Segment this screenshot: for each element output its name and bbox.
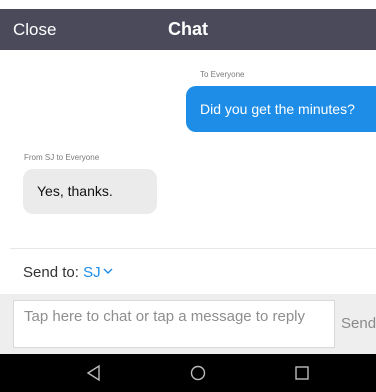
outgoing-message-bubble[interactable]: Did you get the minutes?	[186, 86, 376, 132]
home-icon[interactable]	[187, 362, 209, 384]
system-nav-bar	[0, 354, 376, 392]
send-to-recipient: SJ	[83, 264, 101, 281]
chat-header: Close Chat	[0, 9, 376, 50]
send-to-recipient-dropdown[interactable]: SJ	[83, 264, 113, 281]
composer-bar: Tap here to chat or tap a message to rep…	[0, 294, 376, 354]
incoming-message-bubble[interactable]: Yes, thanks.	[23, 169, 157, 214]
chevron-down-icon	[103, 268, 113, 275]
send-to-label: Send to:	[23, 264, 79, 281]
send-to-row: Send to: SJ	[23, 258, 113, 288]
message-sender-label: From SJ to Everyone	[24, 153, 100, 162]
chat-input[interactable]: Tap here to chat or tap a message to rep…	[13, 300, 335, 348]
message-recipient-label: To Everyone	[200, 70, 245, 79]
recents-icon[interactable]	[291, 362, 313, 384]
status-bar-strip	[0, 0, 376, 9]
send-button[interactable]: Send	[341, 294, 376, 354]
back-icon[interactable]	[83, 362, 105, 384]
divider	[10, 248, 376, 249]
page-title: Chat	[168, 19, 208, 39]
